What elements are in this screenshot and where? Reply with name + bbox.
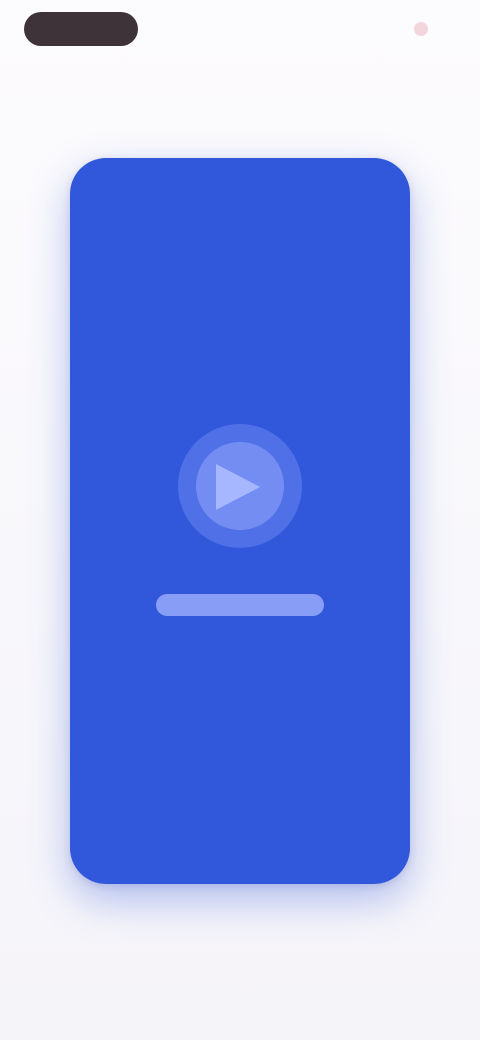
top-right-indicator[interactable] xyxy=(414,22,428,36)
play-icon xyxy=(216,464,260,510)
video-label xyxy=(156,594,324,616)
top-left-button[interactable] xyxy=(24,12,138,46)
play-icon-triangle xyxy=(216,464,260,510)
app-screen xyxy=(0,0,480,1040)
top-bar xyxy=(0,0,480,70)
